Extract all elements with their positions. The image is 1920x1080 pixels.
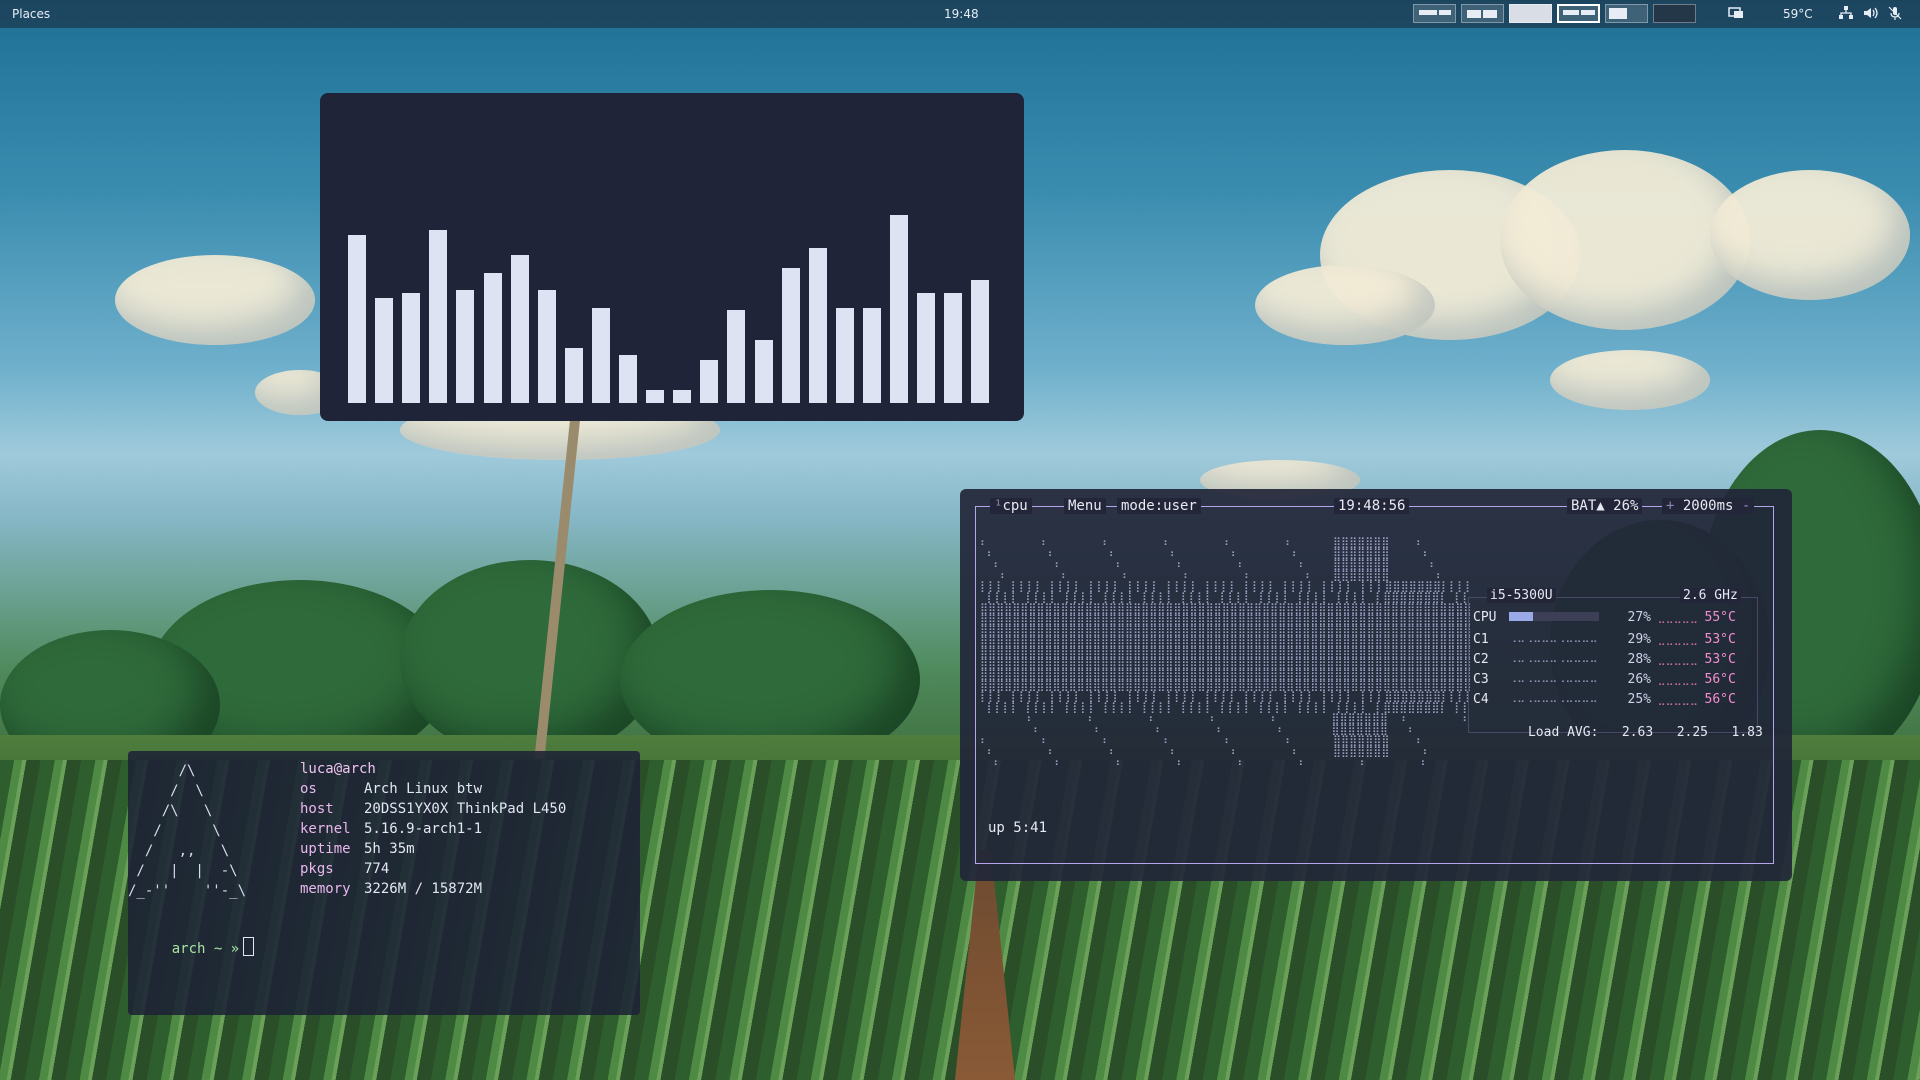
visualizer-bar	[835, 308, 854, 403]
cpu-frequency: 2.6 GHz	[1680, 588, 1741, 603]
workspace-2[interactable]	[1461, 4, 1504, 23]
workspace-5[interactable]	[1605, 4, 1648, 23]
volume-icon[interactable]	[1862, 5, 1878, 24]
visualizer-bar	[808, 248, 827, 403]
mode-button[interactable]: mode:user	[1117, 498, 1201, 514]
cpu-row-c2: C2 ⢀⣀⢀⣀⣀⣀⢀⣀⣀⣀⣀⣀ 28% ⣀⣀⣀⣀⣀ 53°C	[1473, 650, 1736, 667]
fetch-field-uptime: uptime 5h 35m	[300, 841, 415, 857]
visualizer-bar	[591, 308, 610, 403]
cpu-row-c4: C4 ⢀⣀⢀⣀⣀⣀⢀⣀⣀⣀⣀⣀ 25% ⣀⣀⣀⣀⣀ 56°C	[1473, 690, 1736, 707]
menu-button[interactable]: Menu	[1064, 498, 1106, 514]
fetch-user: luca@arch	[300, 761, 376, 777]
visualizer-bar	[348, 235, 366, 403]
workspace-6[interactable]	[1653, 4, 1696, 23]
text-cursor	[243, 937, 255, 956]
visualizer-bar	[673, 390, 692, 403]
workspace-3[interactable]	[1509, 4, 1552, 23]
cpu-usage-graph: ⠆ ⠆ ⠆ ⠆ ⠆ ⠆ ⣿⣿⣿⣿⣿⣿⣿ ⠆ ⠆ ⠆ ⠆ ⠆ ⠆ ⠆ ⠆ ⠆ ⣿⣿…	[980, 537, 1470, 768]
visualizer-bar	[537, 290, 556, 403]
visualizer-bar	[781, 268, 800, 403]
visualizer-bar	[510, 255, 529, 403]
visualizer-bar	[483, 273, 502, 403]
prompt-text: arch ~ »	[171, 941, 240, 957]
visualizer-bar	[971, 280, 990, 403]
visualizer-bar	[402, 293, 421, 403]
tab-cpu[interactable]: ¹cpu	[990, 498, 1032, 514]
places-menu[interactable]: Places	[12, 7, 50, 21]
workspace-1[interactable]	[1413, 4, 1456, 23]
visualizer-bar	[754, 340, 773, 403]
battery-status: BAT▲ 26%	[1567, 498, 1643, 514]
visualizer-bar	[944, 293, 963, 403]
network-icon[interactable]	[1838, 5, 1854, 24]
temperature-indicator[interactable]: 59°C	[1783, 7, 1813, 21]
visualizer-bar	[564, 348, 583, 403]
cpu-row-c1: C1 ⢀⣀⢀⣀⣀⣀⢀⣀⣀⣀⣀⣀ 29% ⣀⣀⣀⣀⣀ 53°C	[1473, 630, 1736, 647]
workspace-4[interactable]	[1557, 4, 1600, 23]
visualizer-bar	[375, 298, 394, 403]
fetch-field-memory: memory 3226M / 15872M	[300, 881, 483, 897]
arch-logo: /\ / \ /\ \ / \ / ,, \ / | | -\ /_-'' ''…	[128, 763, 247, 899]
cpu-model: i5-5300U	[1487, 588, 1556, 603]
load-average: Load AVG: 2.63 2.25 1.83	[1527, 725, 1763, 740]
visualizer-bar	[646, 390, 665, 403]
cpu-row-c3: C3 ⢀⣀⢀⣀⣀⣀⢀⣀⣀⣀⣀⣀ 26% ⣀⣀⣀⣀⣀ 56°C	[1473, 670, 1736, 687]
fetch-field-pkgs: pkgs 774	[300, 861, 390, 877]
panel-clock[interactable]: 19:48	[944, 7, 979, 21]
visualizer-bar	[456, 290, 475, 403]
visualizer-bar	[700, 360, 719, 403]
microphone-muted-icon[interactable]	[1887, 5, 1903, 24]
shell-prompt[interactable]: arch ~ »	[138, 921, 255, 973]
visualizer-bar	[917, 293, 936, 403]
fetch-terminal-window[interactable]: /\ / \ /\ \ / \ / ,, \ / | | -\ /_-'' ''…	[128, 751, 640, 1015]
cpu-row-cpu: CPU 27% ⣀⣀⣀⣀⣀ 55°C	[1473, 610, 1736, 625]
visualizer-bar	[619, 355, 637, 403]
cpu-cores-box: i5-5300U 2.6 GHz CPU 27% ⣀⣀⣀⣀⣀ 55°C C1 ⢀⣀⢀⣀…	[1468, 588, 1763, 740]
fetch-field-os: os Arch Linux btw	[300, 781, 483, 797]
top-panel: Places 19:48 59°C	[0, 0, 1920, 28]
fetch-field-kernel: kernel 5.16.9-arch1-1	[300, 821, 483, 837]
fetch-field-host: host 20DSS1YX0X ThinkPad L450	[300, 801, 567, 817]
btop-clock: 19:48:56	[1334, 498, 1410, 514]
system-uptime: up 5:41	[988, 820, 1048, 836]
update-interval[interactable]: + 2000ms -	[1662, 498, 1755, 514]
visualizer-bar	[429, 230, 448, 403]
screen-share-icon[interactable]	[1728, 5, 1744, 24]
visualizer-bar	[727, 310, 746, 403]
visualizer-bar	[890, 215, 908, 403]
audio-visualizer-window[interactable]	[320, 93, 1024, 421]
btop-window[interactable]: ¹cpu Menu mode:user 19:48:56 BAT▲ 26% + …	[960, 489, 1792, 881]
visualizer-bar	[862, 308, 881, 403]
